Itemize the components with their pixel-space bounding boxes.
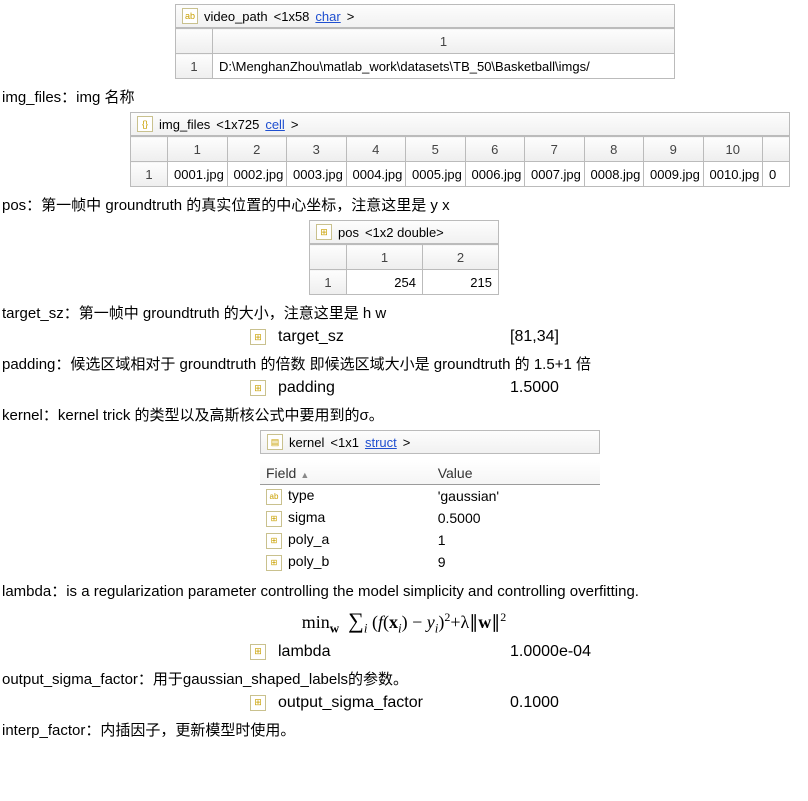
workspace-row-osf[interactable]: ⊞ output_sigma_factor 0.1000 xyxy=(0,694,808,712)
video-path-table: 1 1 D:\MenghanZhou\matlab_work\datasets\… xyxy=(175,28,675,79)
cell-value[interactable]: 215 xyxy=(423,270,499,295)
var-name: output_sigma_factor xyxy=(278,694,498,712)
var-value: [81,34] xyxy=(510,328,808,346)
struct-row[interactable]: ⊞ poly_a 1 xyxy=(260,529,600,551)
sort-asc-icon: ▲ xyxy=(300,470,309,480)
col-header: 7 xyxy=(525,137,585,162)
cell-value[interactable]: 0001.jpg xyxy=(168,162,228,187)
col-header: 1 xyxy=(347,245,423,270)
field-name: sigma xyxy=(288,509,325,525)
double-var-icon: ⊞ xyxy=(266,533,282,549)
workspace-row-padding[interactable]: ⊞ padding 1.5000 xyxy=(0,379,808,397)
lambda-formula: minw ∑i (f(xi) − yi)2+λ∥w∥2 xyxy=(0,608,808,637)
field-value: 1 xyxy=(432,529,600,551)
row-header: 1 xyxy=(310,270,347,295)
double-var-icon: ⊞ xyxy=(250,644,266,660)
cell-value[interactable]: D:\MenghanZhou\matlab_work\datasets\TB_5… xyxy=(213,54,675,79)
field-name: type xyxy=(288,487,314,503)
padding-desc: padding：候选区域相对于 groundtruth 的倍数 即候选区域大小是… xyxy=(0,354,808,375)
cell-value[interactable]: 0007.jpg xyxy=(525,162,585,187)
kernel-struct-table: Field▲ Value abtype 'gaussian' ⊞ sigma 0.… xyxy=(260,462,600,573)
cell-value[interactable]: 0002.jpg xyxy=(227,162,287,187)
col-header: 2 xyxy=(227,137,287,162)
cell-value[interactable]: 0009.jpg xyxy=(644,162,704,187)
col-header: 10 xyxy=(703,137,763,162)
var-name: padding xyxy=(278,379,498,397)
kernel-desc: kernel：kernel trick 的类型以及高斯核公式中要用到的σ。 xyxy=(0,405,808,426)
col-header: 3 xyxy=(287,137,347,162)
value-header[interactable]: Value xyxy=(432,462,600,485)
interp-desc: interp_factor：内插因子，更新模型时使用。 xyxy=(0,720,808,741)
cell-value[interactable]: 0008.jpg xyxy=(584,162,644,187)
var-name: video_path xyxy=(204,9,268,24)
col-header: 5 xyxy=(406,137,466,162)
type-link[interactable]: struct xyxy=(365,435,397,450)
var-value: 1.0000e-04 xyxy=(510,643,808,661)
field-name: poly_b xyxy=(288,553,329,569)
var-value: 1.5000 xyxy=(510,379,808,397)
cell-value[interactable]: 0003.jpg xyxy=(287,162,347,187)
col-header: 1 xyxy=(213,29,675,54)
var-name: pos xyxy=(338,225,359,240)
var-name: target_sz xyxy=(278,328,498,346)
field-value: 'gaussian' xyxy=(432,485,600,508)
var-value: 0.1000 xyxy=(510,694,808,712)
double-var-icon: ⊞ xyxy=(316,224,332,240)
var-name: img_files xyxy=(159,117,210,132)
workspace-row-lambda[interactable]: ⊞ lambda 1.0000e-04 xyxy=(0,643,808,661)
cell-value-overflow[interactable]: 0 xyxy=(763,162,790,187)
field-name: poly_a xyxy=(288,531,329,547)
double-var-icon: ⊞ xyxy=(250,380,266,396)
cell-var-icon: {} xyxy=(137,116,153,132)
char-var-icon: ab xyxy=(182,8,198,24)
pos-desc: pos：第一帧中 groundtruth 的真实位置的中心坐标，注意这里是 y … xyxy=(0,195,808,216)
osf-desc: output_sigma_factor：用于gaussian_shaped_la… xyxy=(0,669,808,690)
row-header: 1 xyxy=(131,162,168,187)
field-header[interactable]: Field▲ xyxy=(260,462,432,485)
col-header: 6 xyxy=(465,137,525,162)
col-header: 1 xyxy=(168,137,228,162)
struct-row[interactable]: ⊞ poly_b 9 xyxy=(260,551,600,573)
field-value: 9 xyxy=(432,551,600,573)
workspace-row-target-sz[interactable]: ⊞ target_sz [81,34] xyxy=(0,328,808,346)
char-var-icon: ab xyxy=(266,489,282,505)
target-sz-desc: target_sz：第一帧中 groundtruth 的大小，注意这里是 h w xyxy=(0,303,808,324)
col-header: 8 xyxy=(584,137,644,162)
double-var-icon: ⊞ xyxy=(250,695,266,711)
var-name: kernel xyxy=(289,435,324,450)
col-header: 9 xyxy=(644,137,704,162)
struct-row[interactable]: ⊞ sigma 0.5000 xyxy=(260,507,600,529)
cell-value[interactable]: 0006.jpg xyxy=(465,162,525,187)
img-files-table: 1 2 3 4 5 6 7 8 9 10 1 0001.jpg 0002.jpg… xyxy=(130,136,790,187)
struct-var-icon: ▤ xyxy=(267,434,283,450)
lambda-desc: lambda：is a regularization parameter con… xyxy=(0,581,808,602)
field-value: 0.5000 xyxy=(432,507,600,529)
double-var-icon: ⊞ xyxy=(266,511,282,527)
cell-value[interactable]: 254 xyxy=(347,270,423,295)
cell-value[interactable]: 0010.jpg xyxy=(703,162,763,187)
type-link[interactable]: cell xyxy=(265,117,285,132)
img-files-desc: img_files：img 名称 xyxy=(0,87,808,108)
cell-value[interactable]: 0004.jpg xyxy=(346,162,406,187)
var-name: lambda xyxy=(278,643,498,661)
cell-value[interactable]: 0005.jpg xyxy=(406,162,466,187)
struct-row[interactable]: abtype 'gaussian' xyxy=(260,485,600,508)
double-var-icon: ⊞ xyxy=(250,329,266,345)
col-header: 2 xyxy=(423,245,499,270)
double-var-icon: ⊞ xyxy=(266,555,282,571)
col-header: 4 xyxy=(346,137,406,162)
pos-table: 1 2 1 254 215 xyxy=(309,244,499,295)
row-header: 1 xyxy=(176,54,213,79)
type-link[interactable]: char xyxy=(315,9,340,24)
